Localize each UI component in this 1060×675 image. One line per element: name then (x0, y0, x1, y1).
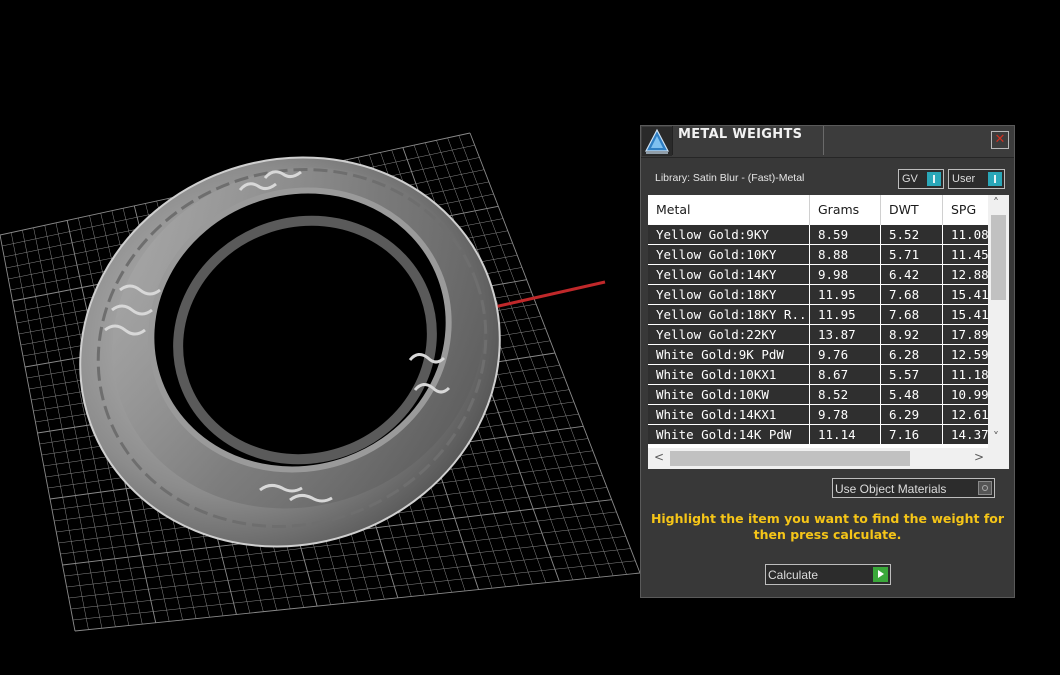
cell-grams: 9.78 (810, 405, 881, 425)
cell-metal: Yellow Gold:14KY (648, 265, 810, 285)
calculate-button-label: Calculate (768, 568, 819, 582)
table-row[interactable]: Yellow Gold:9KY 8.59 5.52 11.08 (648, 225, 988, 245)
cell-metal: White Gold:14K PdW (648, 425, 810, 445)
column-header-spg[interactable]: SPG (943, 195, 988, 225)
close-icon: ✕ (994, 132, 1006, 147)
cell-dwt: 5.71 (881, 245, 943, 265)
cell-grams: 9.76 (810, 345, 881, 365)
play-arrow-icon (873, 567, 888, 582)
scroll-right-icon[interactable]: > (974, 451, 984, 463)
instruction-text: Highlight the item you want to find the … (650, 511, 1005, 542)
cell-grams: 11.14 (810, 425, 881, 445)
user-toggle[interactable]: User (948, 169, 1005, 189)
cell-grams: 9.98 (810, 265, 881, 285)
gv-toggle[interactable]: GV (898, 169, 944, 189)
cell-spg: 11.45 (943, 245, 988, 265)
cell-spg: 11.08 (943, 225, 988, 245)
cell-metal: Yellow Gold:18KY R... (648, 305, 810, 325)
use-object-materials-toggle[interactable]: Use Object Materials (832, 478, 995, 498)
column-header-dwt[interactable]: DWT (881, 195, 943, 225)
cell-dwt: 8.92 (881, 325, 943, 345)
cell-grams: 8.52 (810, 385, 881, 405)
cell-spg: 17.89 (943, 325, 988, 345)
toggle-knob-icon (927, 172, 941, 186)
table-row[interactable]: White Gold:14K PdW 11.14 7.16 14.37 (648, 425, 988, 445)
cell-metal: White Gold:14KX1 (648, 405, 810, 425)
scrollbar-corner (988, 448, 1009, 469)
cell-dwt: 7.16 (881, 425, 943, 445)
cell-dwt: 7.68 (881, 285, 943, 305)
gv-toggle-label: GV (902, 173, 918, 185)
scroll-down-icon[interactable]: ˅ (993, 431, 999, 443)
cell-dwt: 6.42 (881, 265, 943, 285)
cell-spg: 12.59 (943, 345, 988, 365)
cell-metal: White Gold:9K PdW (648, 345, 810, 365)
metal-weights-app-icon (642, 127, 672, 156)
horizontal-scrollbar[interactable]: < > (648, 448, 988, 469)
table-row[interactable]: Yellow Gold:14KY 9.98 6.42 12.88 (648, 265, 988, 285)
table-row[interactable]: White Gold:14KX1 9.78 6.29 12.61 (648, 405, 988, 425)
table-row[interactable]: Yellow Gold:18KY 11.95 7.68 15.41 (648, 285, 988, 305)
panel-title: METAL WEIGHTS (678, 127, 803, 142)
cell-dwt: 5.48 (881, 385, 943, 405)
cell-grams: 8.67 (810, 365, 881, 385)
cell-spg: 12.88 (943, 265, 988, 285)
cell-grams: 8.59 (810, 225, 881, 245)
cell-grams: 11.95 (810, 305, 881, 325)
cell-metal: White Gold:10KW (648, 385, 810, 405)
cell-dwt: 5.57 (881, 365, 943, 385)
column-header-grams[interactable]: Grams (810, 195, 881, 225)
cell-dwt: 5.52 (881, 225, 943, 245)
ring-model[interactable] (25, 99, 555, 605)
close-button[interactable]: ✕ (991, 131, 1009, 149)
cell-spg: 14.37 (943, 425, 988, 445)
cell-spg: 12.61 (943, 405, 988, 425)
cell-dwt: 7.68 (881, 305, 943, 325)
cell-spg: 15.41 (943, 305, 988, 325)
cell-grams: 11.95 (810, 285, 881, 305)
table-header-row: Metal Grams DWT SPG (648, 195, 988, 225)
radio-knob-icon (978, 481, 992, 495)
library-label: Library: Satin Blur - (Fast)-Metal (655, 172, 805, 184)
cell-grams: 13.87 (810, 325, 881, 345)
cell-grams: 8.88 (810, 245, 881, 265)
vertical-scrollbar[interactable]: ˄ ˅ (988, 195, 1009, 448)
cell-metal: Yellow Gold:10KY (648, 245, 810, 265)
cell-metal: Yellow Gold:18KY (648, 285, 810, 305)
table-row[interactable]: Yellow Gold:18KY R... 11.95 7.68 15.41 (648, 305, 988, 325)
cell-metal: Yellow Gold:22KY (648, 325, 810, 345)
cell-spg: 15.41 (943, 285, 988, 305)
table-row[interactable]: Yellow Gold:10KY 8.88 5.71 11.45 (648, 245, 988, 265)
cell-spg: 10.99 (943, 385, 988, 405)
cell-spg: 11.18 (943, 365, 988, 385)
table-row[interactable]: Yellow Gold:22KY 13.87 8.92 17.89 (648, 325, 988, 345)
table-row[interactable]: White Gold:9K PdW 9.76 6.28 12.59 (648, 345, 988, 365)
cell-dwt: 6.29 (881, 405, 943, 425)
metal-weights-panel: METAL WEIGHTS ✕ Library: Satin Blur - (F… (640, 125, 1015, 598)
table-row[interactable]: White Gold:10KW 8.52 5.48 10.99 (648, 385, 988, 405)
scroll-up-icon[interactable]: ˄ (993, 197, 999, 209)
cell-metal: White Gold:10KX1 (648, 365, 810, 385)
panel-title-bar[interactable]: METAL WEIGHTS ✕ (641, 126, 1014, 158)
toggle-knob-icon (988, 172, 1002, 186)
scroll-left-icon[interactable]: < (654, 451, 664, 463)
user-toggle-label: User (952, 173, 976, 185)
vertical-scroll-thumb[interactable] (991, 215, 1006, 300)
cell-metal: Yellow Gold:9KY (648, 225, 810, 245)
use-object-materials-label: Use Object Materials (835, 482, 947, 496)
horizontal-scroll-thumb[interactable] (670, 451, 910, 466)
table-row[interactable]: White Gold:10KX1 8.67 5.57 11.18 (648, 365, 988, 385)
metal-table[interactable]: Metal Grams DWT SPG Yellow Gold:9KY 8.59 5… (648, 195, 1009, 469)
column-header-metal[interactable]: Metal (648, 195, 810, 225)
calculate-button[interactable]: Calculate (765, 564, 891, 585)
cell-dwt: 6.28 (881, 345, 943, 365)
